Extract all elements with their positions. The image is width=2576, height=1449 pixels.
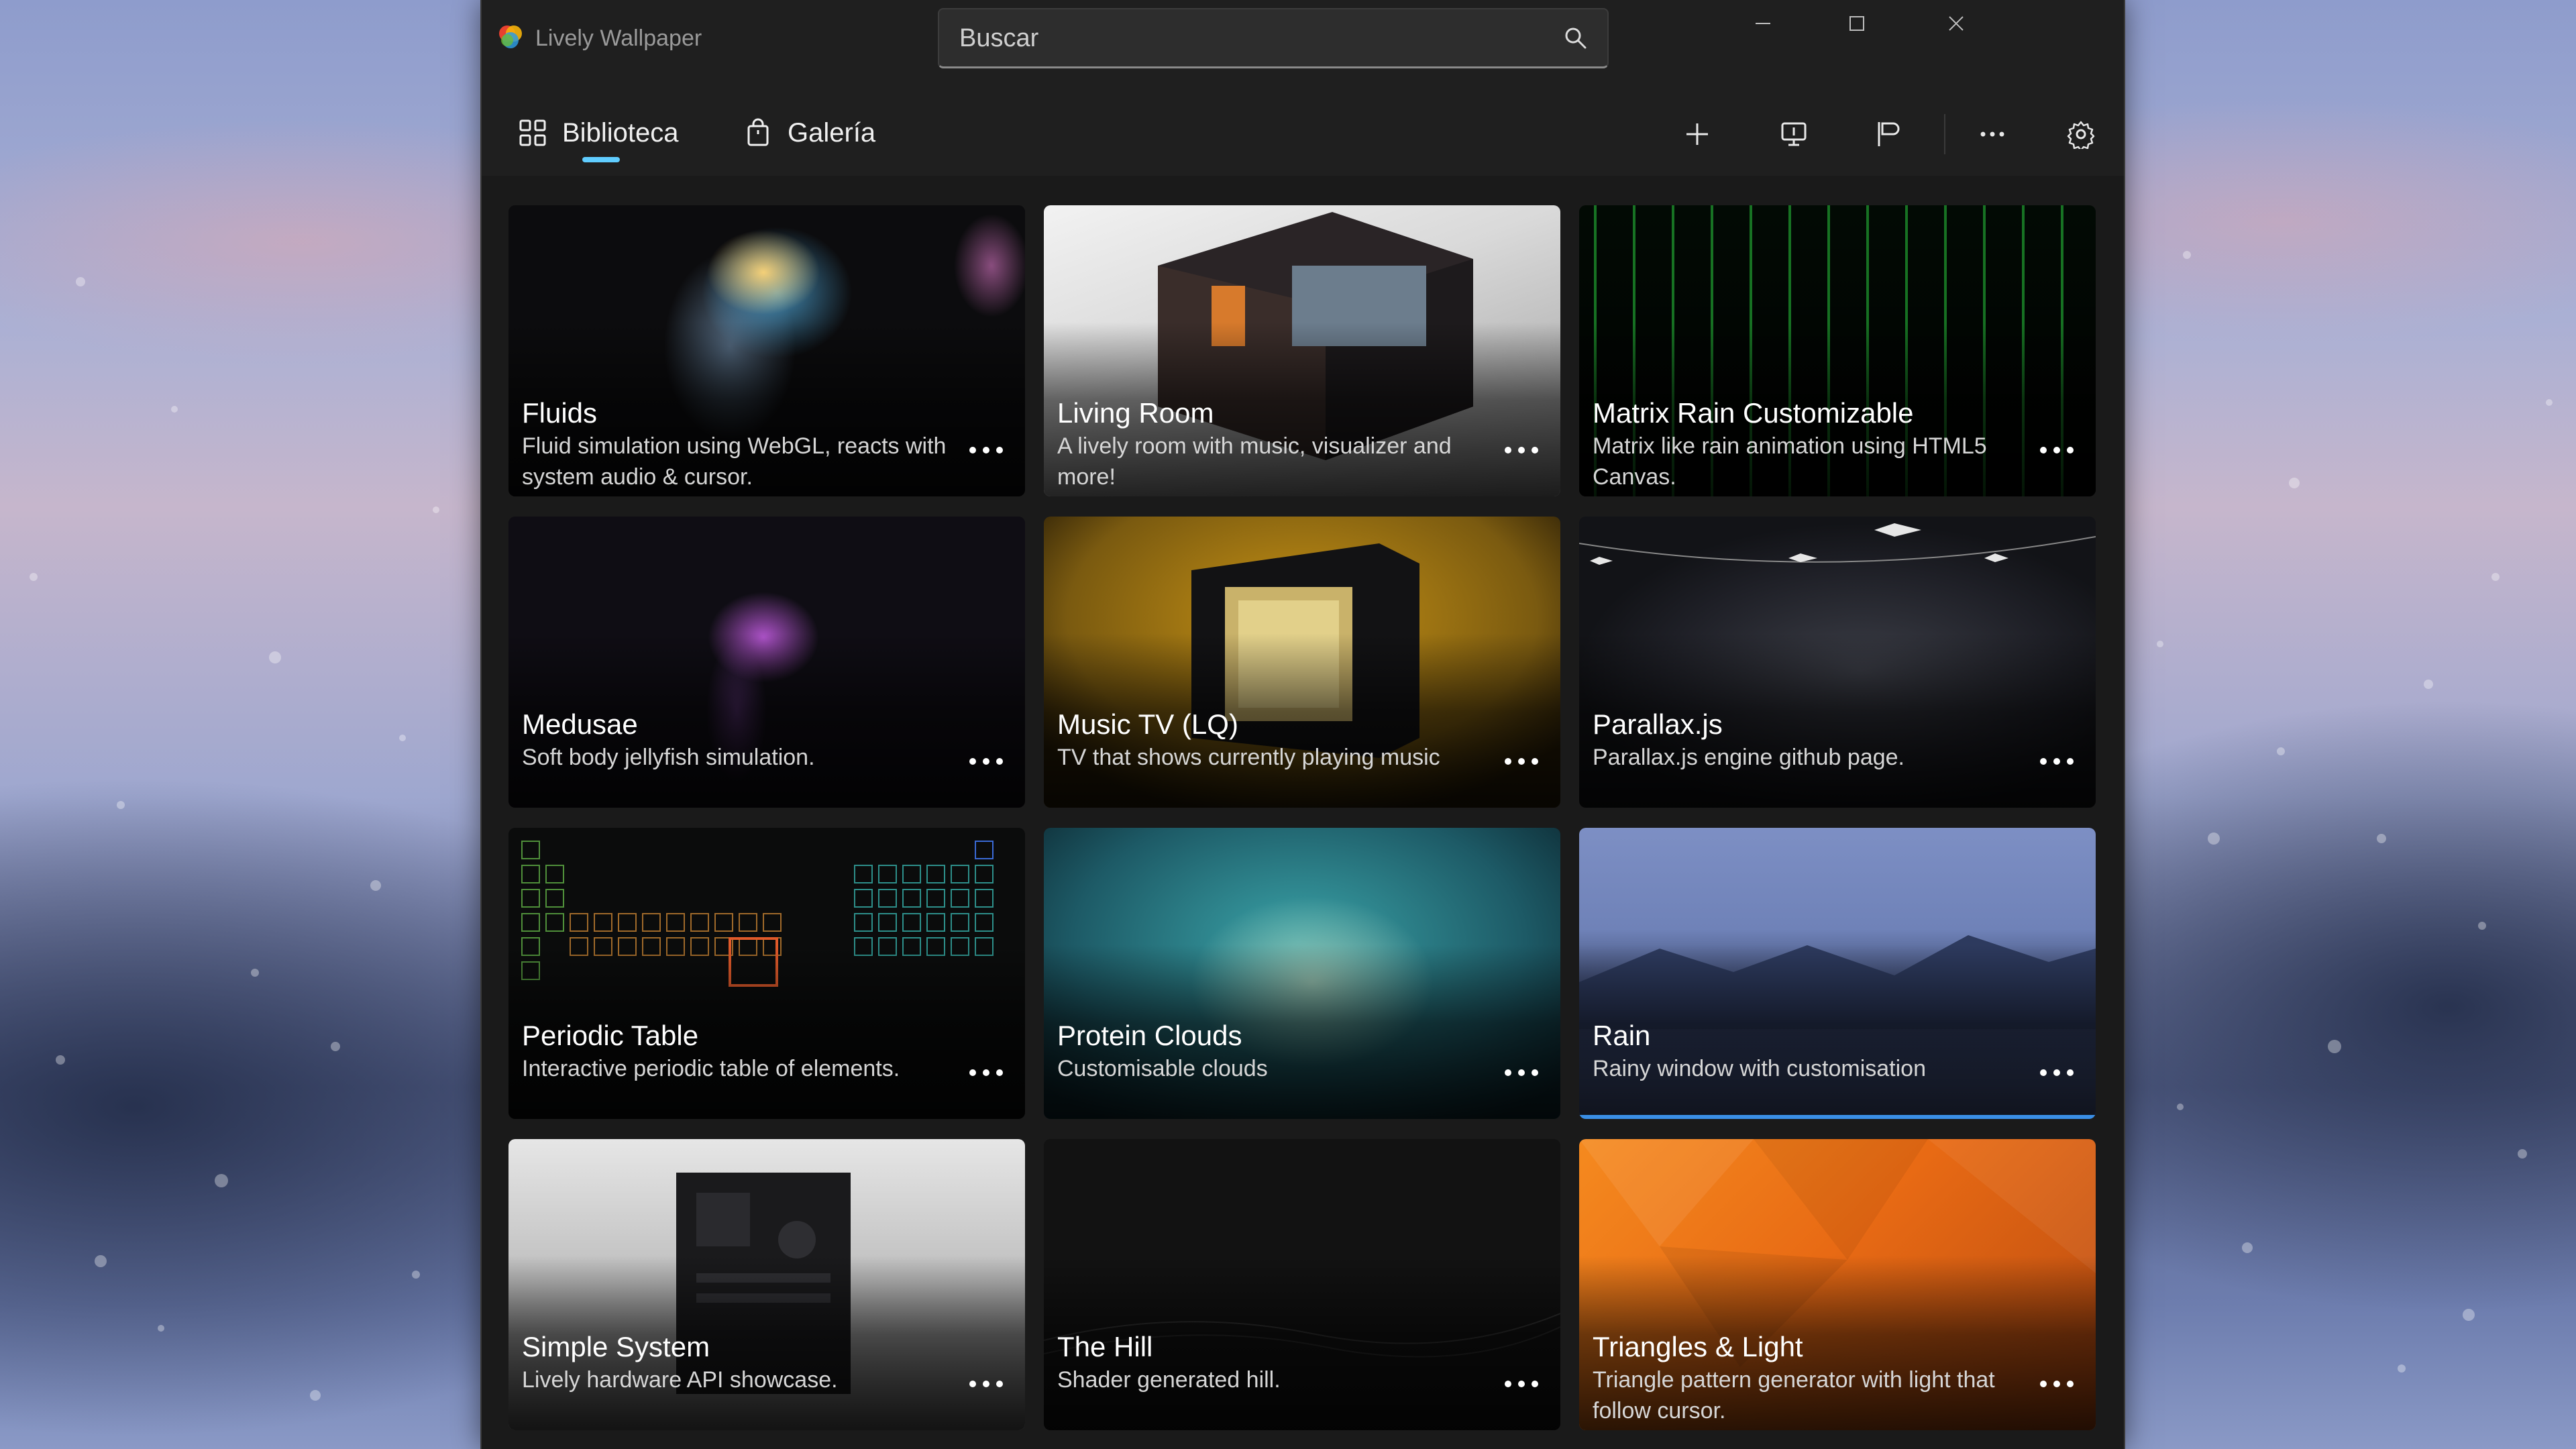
wallpaper-description: Shader generated hill. [1057,1367,1281,1393]
wallpaper-description: Triangle pattern generator with light th… [1593,1367,1995,1424]
wallpaper-more-button[interactable] [2038,751,2076,771]
close-icon [1949,16,1964,31]
lively-logo-icon [499,25,522,48]
wallpaper-description: Parallax.js engine github page. [1593,745,1904,770]
playlist-button[interactable] [1862,109,1913,160]
gear-icon [2067,121,2095,149]
wallpaper-more-button[interactable] [967,1063,1005,1083]
wallpaper-description: Fluid simulation using WebGL, reacts wit… [522,433,947,490]
add-wallpaper-button[interactable] [1672,109,1723,160]
control-panel-button[interactable] [1768,109,1819,160]
wallpaper-description: A lively room with music, visualizer and… [1057,433,1452,490]
ellipsis-icon [2040,1381,2074,1387]
ellipsis-icon [969,758,1003,765]
wallpaper-more-button[interactable] [1503,1374,1540,1394]
wallpaper-title: Periodic Table [522,1020,699,1051]
tab-galeria-label: Galería [788,117,876,148]
ellipsis-icon [1505,758,1538,765]
wallpaper-title: Simple System [522,1331,710,1362]
wallpaper-description: Matrix like rain animation using HTML5 C… [1593,433,1987,490]
wallpaper-title: Fluids [522,397,598,429]
ellipsis-icon [969,1069,1003,1076]
wallpaper-title: Matrix Rain Customizable [1593,397,1914,429]
selected-tab-indicator [582,157,620,162]
title-bar[interactable]: Lively Wallpaper [482,0,2124,79]
tab-biblioteca-label: Biblioteca [562,117,679,148]
wallpaper-more-button[interactable] [967,751,1005,771]
maximize-button[interactable] [1810,0,1904,47]
wallpaper-card-medusae[interactable]: Medusae Soft body jellyfish simulation. [508,517,1025,808]
wallpaper-description: Customisable clouds [1057,1056,1268,1081]
wallpaper-description: Lively hardware API showcase. [522,1367,838,1393]
ellipsis-icon [1505,1069,1538,1076]
tab-galeria[interactable]: Galería [743,113,875,153]
flag-icon [1878,122,1900,146]
wallpaper-card-periodic-table[interactable]: Periodic Table Interactive periodic tabl… [508,828,1025,1119]
wallpaper-more-button[interactable] [1503,1063,1540,1083]
ellipsis-icon [1505,447,1538,453]
wallpaper-grid: Fluids Fluid simulation using WebGL, rea… [508,205,2096,1430]
search-icon[interactable] [1563,25,1589,51]
more-options-button[interactable] [1967,109,2018,160]
ellipsis-icon [2040,447,2074,453]
wallpaper-more-button[interactable] [1503,440,1540,460]
search-box[interactable] [938,8,1609,68]
wallpaper-description: Soft body jellyfish simulation. [522,745,815,770]
monitor-icon [1781,122,1807,146]
wallpaper-description: Interactive periodic table of elements. [522,1056,900,1081]
wallpaper-card-fluids[interactable]: Fluids Fluid simulation using WebGL, rea… [508,205,1025,496]
wallpaper-title: Rain [1593,1020,1651,1051]
wallpaper-card-protein-clouds[interactable]: Protein Clouds Customisable clouds [1044,828,1560,1119]
close-button[interactable] [1909,0,2003,47]
ellipsis-icon [2040,758,2074,765]
nav-bar: Biblioteca Galería [482,94,2124,174]
ellipsis-icon [969,1381,1003,1387]
card-shade [1579,945,2096,1119]
wallpaper-title: Medusae [522,708,638,740]
wallpaper-more-button[interactable] [967,440,1005,460]
shopping-bag-icon [747,118,769,146]
wallpaper-title: Parallax.js [1593,708,1723,740]
wallpaper-card-music-tv[interactable]: Music TV (LQ) TV that shows currently pl… [1044,517,1560,808]
wallpaper-card-rain[interactable]: Rain Rainy window with customisation [1579,828,2096,1119]
search-input[interactable] [958,9,1551,67]
wallpaper-card-parallax[interactable]: Parallax.js Parallax.js engine github pa… [1579,517,2096,808]
minimize-button[interactable] [1716,0,1810,47]
ellipsis-icon [2040,1069,2074,1076]
toolbar-divider [1944,114,1945,154]
wallpaper-card-triangles-light[interactable]: Triangles & Light Triangle pattern gener… [1579,1139,2096,1430]
wallpaper-more-button[interactable] [1503,751,1540,771]
wallpaper-more-button[interactable] [967,1374,1005,1394]
grid-icon [519,119,546,146]
wallpaper-title: Music TV (LQ) [1057,708,1238,740]
maximize-icon [1849,16,1864,31]
wallpaper-card-matrix-rain[interactable]: Matrix Rain Customizable Matrix like rai… [1579,205,2096,496]
app-window: Lively Wallpaper Biblioteca [480,0,2125,1449]
wallpaper-title: Protein Clouds [1057,1020,1242,1051]
wallpaper-more-button[interactable] [2038,440,2076,460]
ellipsis-icon [1980,131,2004,137]
plus-icon [1686,123,1708,145]
library-content: Fluids Fluid simulation using WebGL, rea… [482,176,2124,1449]
wallpaper-title: Triangles & Light [1593,1331,1803,1362]
wallpaper-card-simple-system[interactable]: Simple System Lively hardware API showca… [508,1139,1025,1430]
wallpaper-description: Rainy window with customisation [1593,1056,1926,1081]
settings-button[interactable] [2055,109,2106,160]
wallpaper-title: Living Room [1057,397,1214,429]
tab-biblioteca[interactable]: Biblioteca [518,113,678,153]
wallpaper-more-button[interactable] [2038,1063,2076,1083]
app-title: Lively Wallpaper [535,25,702,51]
wallpaper-title: The Hill [1057,1331,1153,1362]
wallpaper-more-button[interactable] [2038,1374,2076,1394]
ellipsis-icon [969,447,1003,453]
wallpaper-card-living-room[interactable]: Living Room A lively room with music, vi… [1044,205,1560,496]
ellipsis-icon [1505,1381,1538,1387]
wallpaper-card-the-hill[interactable]: The Hill Shader generated hill. [1044,1139,1560,1430]
minimize-icon [1756,23,1770,24]
wallpaper-description: TV that shows currently playing music [1057,745,1440,770]
